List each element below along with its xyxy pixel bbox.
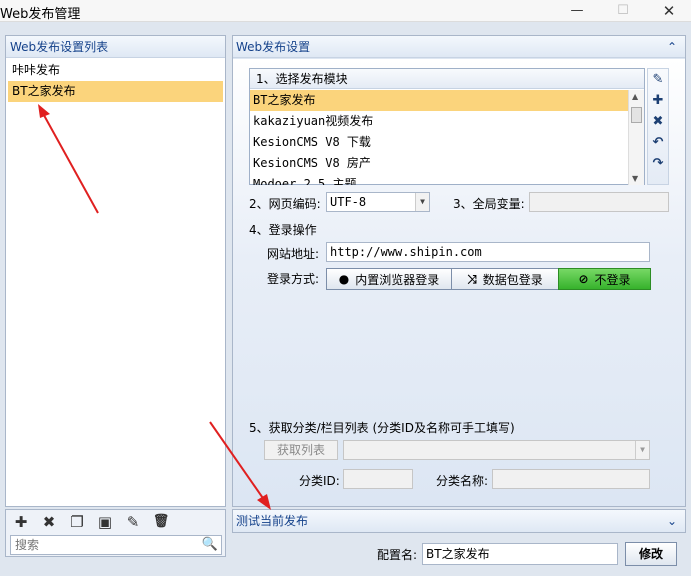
title-bar: Web发布管理 — ☐ ✕ <box>0 0 691 22</box>
publish-settings-list-panel: Web发布设置列表 咔咔发布 BT之家发布 <box>5 35 226 507</box>
encoding-select[interactable]: UTF-8 ▼ <box>326 192 430 212</box>
packet-login-label: 数据包登录 <box>482 272 543 287</box>
login-mode-label: 登录方式: <box>267 272 320 286</box>
module-item-label: Modoer 2.5 主题 <box>253 177 357 185</box>
site-url-input[interactable]: http://www.shipin.com <box>326 242 650 262</box>
encoding-value: UTF-8 <box>330 195 367 209</box>
chevron-down-icon[interactable]: ▼ <box>415 193 429 211</box>
list-toolbar: ✚ ✖ ❐ ▣ ✎ 🗑 🔍 <box>5 509 226 557</box>
test-publish-label: 测试当前发布 <box>236 514 309 528</box>
scroll-thumb[interactable] <box>631 107 642 123</box>
list-item[interactable]: KesionCMS V8 下载 <box>250 132 628 153</box>
module-list-scrollbar[interactable]: ▲ ▼ <box>628 90 644 185</box>
global-variable-field[interactable] <box>529 192 669 212</box>
minimize-button[interactable]: — <box>566 2 588 20</box>
login-section-title: 4、登录操作 <box>249 223 317 237</box>
module-selector: 1、选择发布模块 BT之家发布 kakaziyuan视频发布 KesionCMS… <box>249 68 645 185</box>
cross-icon[interactable]: ✖ <box>648 111 668 132</box>
site-url-value: http://www.shipin.com <box>330 245 482 259</box>
module-item-label: kakaziyuan视频发布 <box>253 114 374 128</box>
list-item[interactable]: KesionCMS V8 房产 <box>250 153 628 174</box>
module-item-label: KesionCMS V8 下载 <box>253 135 371 149</box>
maximize-button[interactable]: ☐ <box>612 2 634 20</box>
list-item-label: 咔咔发布 <box>12 63 61 77</box>
builtin-browser-login-button[interactable]: ● 内置浏览器登录 <box>326 268 452 290</box>
search-icon[interactable]: 🔍 <box>202 537 218 552</box>
shuffle-icon: ⤨ <box>467 271 477 286</box>
no-login-button[interactable]: ⊘ 不登录 <box>558 268 651 290</box>
delete-icon[interactable]: ✖ <box>40 513 58 531</box>
builtin-browser-login-label: 内置浏览器登录 <box>355 272 440 287</box>
search-input[interactable] <box>11 536 196 554</box>
add-icon[interactable]: ✚ <box>12 513 30 531</box>
publish-settings-body: 1、选择发布模块 BT之家发布 kakaziyuan视频发布 KesionCMS… <box>233 59 685 506</box>
fetch-list-button[interactable]: 获取列表 <box>264 440 338 460</box>
chevron-down-icon[interactable]: ▼ <box>635 441 649 459</box>
scroll-down-icon[interactable]: ▼ <box>632 174 638 183</box>
category-name-label: 分类名称: <box>436 474 489 488</box>
no-login-label: 不登录 <box>594 272 631 287</box>
list-item[interactable]: BT之家发布 <box>250 90 628 111</box>
plus-icon[interactable]: ✚ <box>648 90 668 111</box>
close-button[interactable]: ✕ <box>658 2 680 20</box>
publish-settings-header: Web发布设置 ⌃ <box>233 36 685 58</box>
module-item-label: KesionCMS V8 房产 <box>253 156 371 170</box>
publish-settings-panel: Web发布设置 ⌃ 1、选择发布模块 BT之家发布 kakaziyuan视频发布… <box>232 35 686 507</box>
list-toolbar-icons: ✚ ✖ ❐ ▣ ✎ 🗑 <box>12 513 170 533</box>
trash-icon[interactable]: 🗑 <box>152 513 170 531</box>
module-item-label: BT之家发布 <box>253 93 316 107</box>
encoding-label: 2、网页编码: <box>249 197 321 211</box>
paste-icon[interactable]: ▣ <box>96 513 114 531</box>
category-section-title: 5、获取分类/栏目列表 (分类ID及名称可手工填写) <box>249 421 515 435</box>
category-id-label: 分类ID: <box>299 474 340 488</box>
config-row: 配置名: BT之家发布 修改 <box>232 535 686 571</box>
search-box: 🔍 <box>10 535 222 555</box>
list-item[interactable]: 咔咔发布 <box>8 60 223 81</box>
config-name-input[interactable]: BT之家发布 <box>422 543 618 565</box>
copy-icon[interactable]: ❐ <box>68 513 86 531</box>
module-side-toolbar: ✎ ✚ ✖ ↶ ↷ <box>647 68 669 185</box>
list-item[interactable]: BT之家发布 <box>8 81 223 102</box>
undo-icon[interactable]: ↶ <box>648 132 668 153</box>
category-id-input[interactable] <box>343 469 413 489</box>
module-section-title: 1、选择发布模块 <box>250 69 644 89</box>
globe-icon: ● <box>338 272 350 286</box>
edit-button[interactable]: 修改 <box>625 542 677 566</box>
site-url-label: 网站地址: <box>267 247 320 261</box>
list-item[interactable]: kakaziyuan视频发布 <box>250 111 628 132</box>
list-item[interactable]: Modoer 2.5 主题 <box>250 174 628 185</box>
publish-settings-list-header: Web发布设置列表 <box>6 36 225 58</box>
collapse-icon[interactable]: ⌃ <box>667 36 677 58</box>
pencil-icon[interactable]: ✎ <box>648 69 668 90</box>
category-name-input[interactable] <box>492 469 650 489</box>
publish-settings-title: Web发布设置 <box>236 40 311 54</box>
category-list-select[interactable]: ▼ <box>343 440 650 460</box>
config-name-label: 配置名: <box>377 548 418 562</box>
scroll-up-icon[interactable]: ▲ <box>632 92 638 101</box>
list-item-label: BT之家发布 <box>12 84 76 98</box>
edit-icon[interactable]: ✎ <box>124 513 142 531</box>
publish-settings-list: 咔咔发布 BT之家发布 <box>6 58 225 102</box>
redo-icon[interactable]: ↷ <box>648 153 668 174</box>
window-title: Web发布管理 <box>0 7 81 22</box>
global-variable-label: 3、全局变量: <box>453 197 525 211</box>
ban-icon: ⊘ <box>578 272 589 286</box>
module-list: BT之家发布 kakaziyuan视频发布 KesionCMS V8 下载 Ke… <box>250 90 628 185</box>
config-name-value: BT之家发布 <box>426 547 490 561</box>
test-publish-bar[interactable]: 测试当前发布 ⌄ <box>232 509 686 533</box>
expand-icon[interactable]: ⌄ <box>667 510 677 532</box>
packet-login-button[interactable]: ⤨ 数据包登录 <box>451 268 559 290</box>
